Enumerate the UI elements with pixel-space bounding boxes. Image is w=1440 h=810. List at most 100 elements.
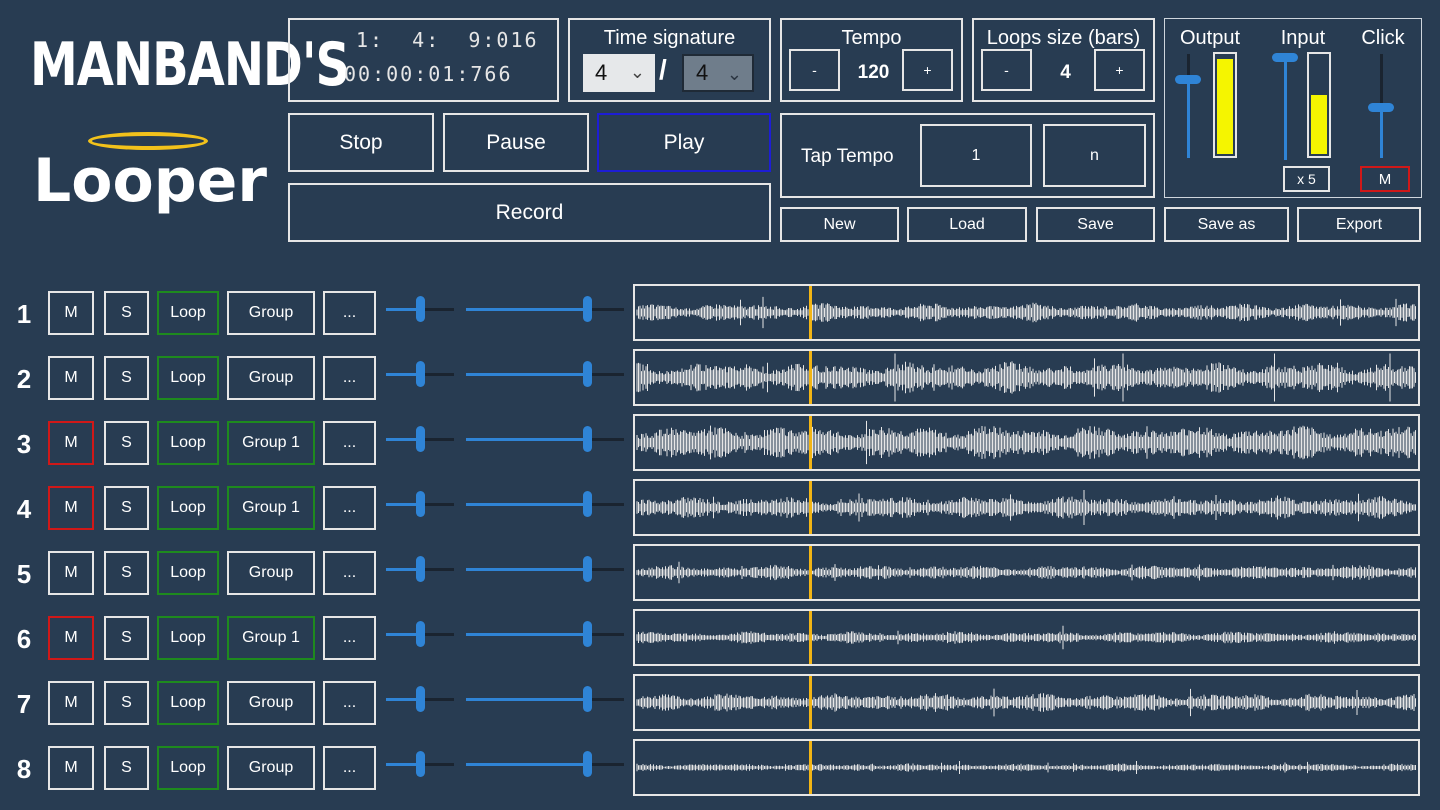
save-as-button[interactable]: Save as <box>1164 207 1289 242</box>
save-button[interactable]: Save <box>1036 207 1155 242</box>
track-loop-button[interactable]: Loop <box>157 291 219 335</box>
track-solo-button[interactable]: S <box>104 551 149 595</box>
logo-title: MANBAND'S <box>30 30 350 100</box>
track-loop-button[interactable]: Loop <box>157 551 219 595</box>
track-number: 8 <box>16 754 32 784</box>
track-number: 5 <box>16 559 32 589</box>
track-waveform <box>633 544 1420 601</box>
track-loop-button[interactable]: Loop <box>157 486 219 530</box>
track-more-button[interactable]: ... <box>323 551 376 595</box>
load-button[interactable]: Load <box>907 207 1027 242</box>
track-mute-button[interactable]: M <box>48 291 94 335</box>
bar-beat-position: 1: 4: 9:016 <box>356 28 539 52</box>
playhead <box>809 546 812 599</box>
track-more-button[interactable]: ... <box>323 421 376 465</box>
track-group-button[interactable]: Group 1 <box>227 486 315 530</box>
track-number: 6 <box>16 624 32 654</box>
time-signature-label: Time signature <box>603 27 736 49</box>
track-waveform <box>633 609 1420 666</box>
track-loop-button[interactable]: Loop <box>157 356 219 400</box>
track-group-button[interactable]: Group 1 <box>227 421 315 465</box>
loop-size-value: 4 <box>1060 62 1071 83</box>
track-mute-button[interactable]: M <box>48 486 94 530</box>
track-group-button[interactable]: Group <box>227 356 315 400</box>
track-solo-button[interactable]: S <box>104 421 149 465</box>
output-label: Output <box>1179 27 1241 49</box>
playhead <box>809 286 812 339</box>
track-number: 2 <box>16 364 32 394</box>
new-button[interactable]: New <box>780 207 899 242</box>
waveform-path <box>636 490 1416 525</box>
time-signature-separator: / <box>659 54 667 85</box>
tempo-value: 120 <box>857 62 890 83</box>
track-more-button[interactable]: ... <box>323 616 376 660</box>
play-button[interactable]: Play <box>597 113 771 172</box>
track-mute-button[interactable]: M <box>48 421 94 465</box>
track-solo-button[interactable]: S <box>104 486 149 530</box>
track-loop-button[interactable]: Loop <box>157 746 219 790</box>
track-group-button[interactable]: Group <box>227 681 315 725</box>
waveform-path <box>636 296 1416 329</box>
track-mute-button[interactable]: M <box>48 616 94 660</box>
waveform-path <box>636 688 1416 717</box>
track-group-button[interactable]: Group <box>227 291 315 335</box>
loop-size-increase-button[interactable]: + <box>1094 49 1145 91</box>
waveform-path <box>636 761 1416 774</box>
track-solo-button[interactable]: S <box>104 746 149 790</box>
pause-button[interactable]: Pause <box>443 113 589 172</box>
export-button[interactable]: Export <box>1297 207 1421 242</box>
track-more-button[interactable]: ... <box>323 681 376 725</box>
track-group-button[interactable]: Group <box>227 746 315 790</box>
tap-tempo-button-n[interactable]: n <box>1043 124 1146 187</box>
tempo-increase-button[interactable]: + <box>902 49 953 91</box>
denominator-value: 4 <box>696 60 709 85</box>
record-button[interactable]: Record <box>288 183 771 242</box>
input-level-meter <box>1307 52 1331 158</box>
track-waveform <box>633 739 1420 796</box>
input-level-fill <box>1311 95 1327 154</box>
track-loop-button[interactable]: Loop <box>157 421 219 465</box>
tempo-decrease-button[interactable]: - <box>789 49 840 91</box>
track-number: 3 <box>16 429 32 459</box>
track-loop-button[interactable]: Loop <box>157 681 219 725</box>
waveform-graphic <box>636 490 1416 525</box>
waveform-graphic <box>636 625 1416 650</box>
track-number: 4 <box>16 494 32 524</box>
track-mute-button[interactable]: M <box>48 681 94 725</box>
chevron-down-icon: ⌄ <box>629 62 645 82</box>
loop-size-decrease-button[interactable]: - <box>981 49 1032 91</box>
tap-tempo-label: Tap Tempo <box>801 146 894 167</box>
input-label: Input <box>1280 27 1326 49</box>
track-more-button[interactable]: ... <box>323 486 376 530</box>
track-solo-button[interactable]: S <box>104 291 149 335</box>
waveform-graphic <box>636 761 1416 774</box>
track-solo-button[interactable]: S <box>104 681 149 725</box>
time-signature-denominator-select[interactable]: 4 ⌄ <box>682 54 754 92</box>
waveform-path <box>636 353 1416 402</box>
track-group-button[interactable]: Group 1 <box>227 616 315 660</box>
stop-button[interactable]: Stop <box>288 113 434 172</box>
input-gain-button[interactable]: x 5 <box>1283 166 1330 192</box>
track-mute-button[interactable]: M <box>48 746 94 790</box>
track-waveform <box>633 479 1420 536</box>
track-more-button[interactable]: ... <box>323 746 376 790</box>
track-group-button[interactable]: Group <box>227 551 315 595</box>
track-loop-button[interactable]: Loop <box>157 616 219 660</box>
click-label: Click <box>1361 27 1405 49</box>
track-mute-button[interactable]: M <box>48 356 94 400</box>
waveform-graphic <box>636 420 1416 465</box>
click-mute-button[interactable]: M <box>1360 166 1410 192</box>
tap-tempo-button-1[interactable]: 1 <box>920 124 1032 187</box>
track-mute-button[interactable]: M <box>48 551 94 595</box>
output-level-meter <box>1213 52 1237 158</box>
time-signature-numerator-select[interactable]: 4 ⌄ <box>583 54 655 92</box>
waveform-path <box>636 420 1416 465</box>
track-more-button[interactable]: ... <box>323 356 376 400</box>
track-waveform <box>633 414 1420 471</box>
track-more-button[interactable]: ... <box>323 291 376 335</box>
track-solo-button[interactable]: S <box>104 616 149 660</box>
output-level-fill <box>1217 58 1233 154</box>
position-counter: 1: 4: 9:016 00:00:01:766 <box>288 18 559 102</box>
waveform-path <box>636 625 1416 650</box>
track-solo-button[interactable]: S <box>104 356 149 400</box>
